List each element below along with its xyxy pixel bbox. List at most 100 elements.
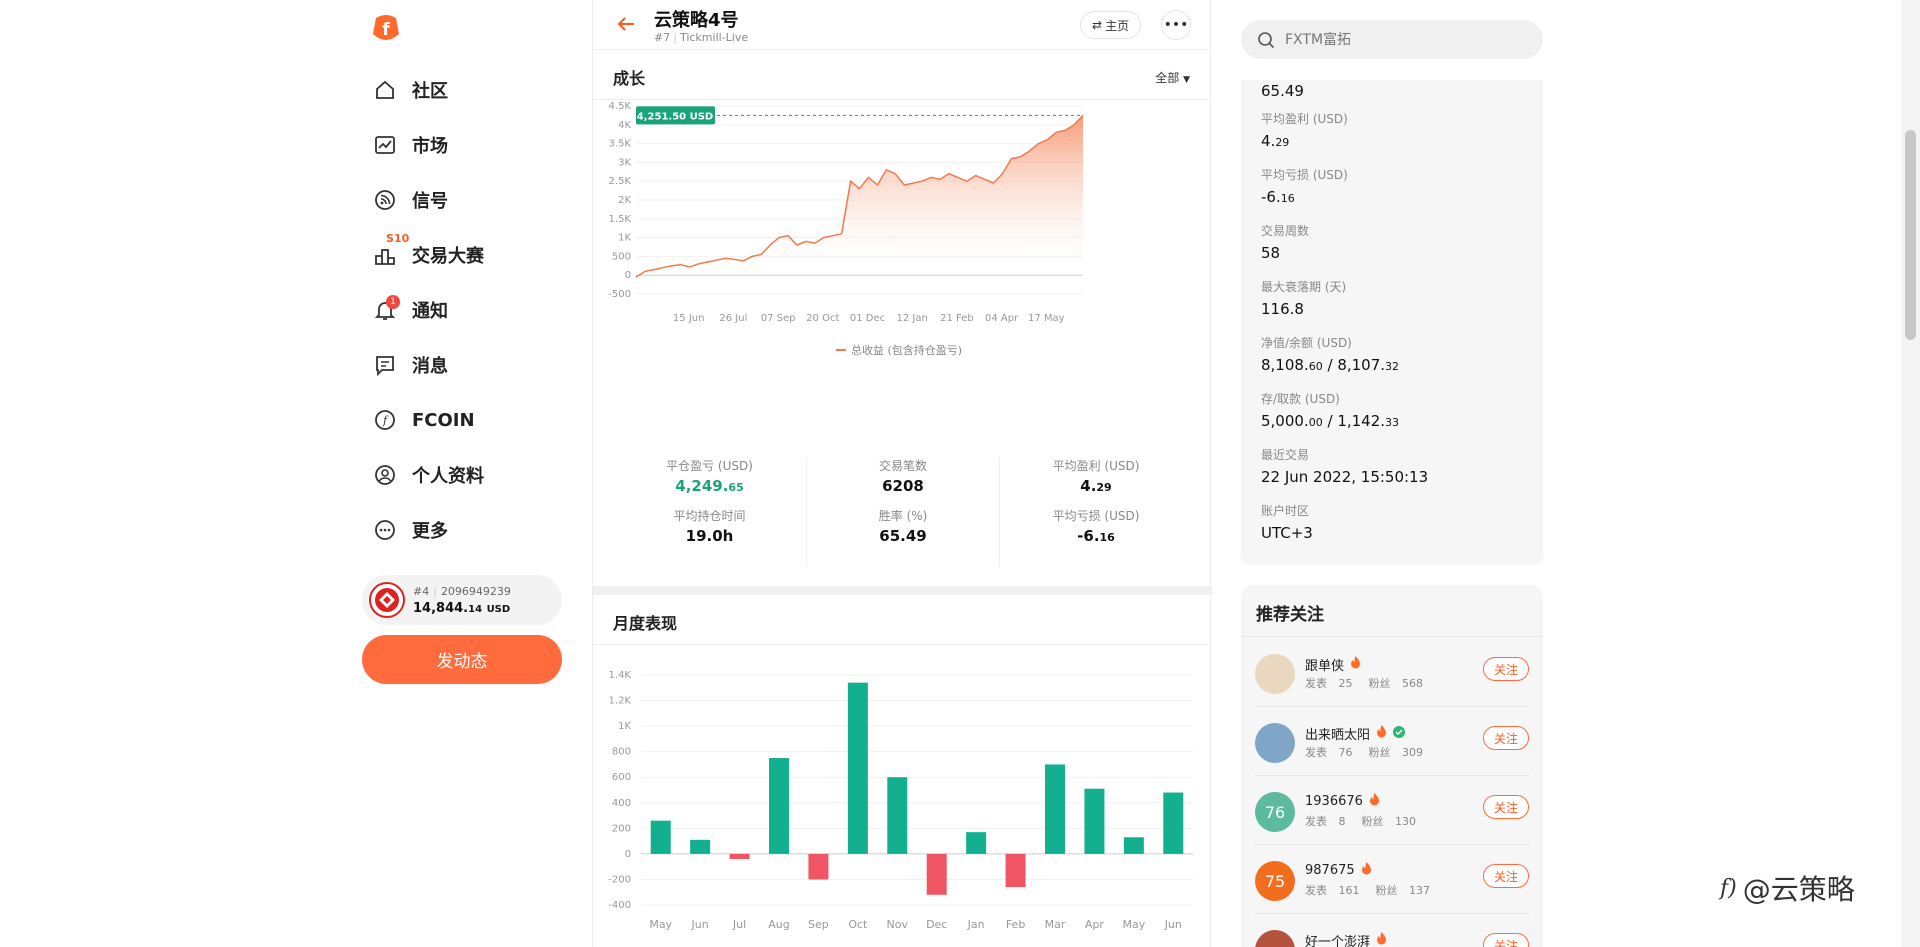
- avg-profit-int: 4.: [1080, 477, 1097, 495]
- follow-button[interactable]: 关注: [1483, 864, 1529, 888]
- x-tick-label: 15 Jun: [673, 313, 705, 324]
- home-button-label: 主页: [1105, 18, 1130, 33]
- timezone-label: 账户时区: [1261, 504, 1310, 518]
- fxtm-logo-icon[interactable]: f: [372, 14, 400, 44]
- bar: [1045, 764, 1065, 854]
- recommend-user[interactable]: 75 987675 发表 161 粉丝 137 关注: [1255, 845, 1529, 914]
- page-scrollbar[interactable]: [1901, 0, 1920, 947]
- recommend-user[interactable]: 出来晒太阳发表 76 粉丝 309 关注: [1255, 707, 1529, 776]
- x-tick-label: Jul: [732, 918, 746, 931]
- winrate-value: 65.49: [879, 527, 927, 545]
- winrate-value: 65.49: [1261, 82, 1304, 100]
- bar: [847, 682, 868, 854]
- x-tick-label: May: [1122, 918, 1145, 931]
- x-tick-label: May: [649, 918, 672, 931]
- last-trade-label: 最近交易: [1261, 448, 1310, 462]
- fans-count: 粉丝 309: [1369, 746, 1432, 759]
- posts-value: 25: [1338, 677, 1353, 690]
- avatar[interactable]: 76: [1255, 792, 1295, 832]
- header: 云策略4号 #7 | Tickmill-Live ⇄ 主页 •••: [593, 0, 1210, 50]
- user-name[interactable]: 987675: [1305, 863, 1355, 878]
- search-box[interactable]: [1241, 20, 1543, 59]
- deposit-label: 存/取款 (USD): [1261, 392, 1340, 406]
- follow-button[interactable]: 关注: [1483, 657, 1529, 681]
- trades-value: 6208: [882, 477, 924, 495]
- avatar[interactable]: [1255, 930, 1295, 947]
- watermark-text: @云策略: [1742, 873, 1855, 906]
- fire-icon: [1361, 862, 1372, 879]
- recommend-panel: 推荐关注 跟单侠 发表 25 粉丝 568 关注 出来晒太阳 发表 76 粉丝 309 关注 7…: [1241, 585, 1543, 947]
- post-button[interactable]: 发动态: [362, 635, 562, 684]
- y-tick-label: 1K: [618, 721, 631, 732]
- sidebar-item-messages[interactable]: 消息: [372, 345, 562, 385]
- growth-title: 成长: [613, 69, 646, 88]
- sidebar-item-more[interactable]: 更多: [372, 510, 562, 550]
- avg-loss-value: -6.16: [1261, 188, 1348, 206]
- follow-button[interactable]: 关注: [1483, 933, 1529, 947]
- timezone-value: UTC+3: [1261, 524, 1313, 542]
- sidebar-item-label: 市场: [412, 136, 448, 157]
- range-select[interactable]: 全部 ▼: [1155, 69, 1190, 86]
- legend-label: 总收益 (包含持仓盈亏): [851, 343, 962, 357]
- sidebar-item-community[interactable]: 社区: [372, 70, 562, 110]
- x-tick-label: 21 Feb: [940, 313, 974, 324]
- posts-label: 发表: [1305, 746, 1327, 759]
- avatar[interactable]: [1255, 723, 1295, 763]
- avg-loss-label: 平均亏损 (USD): [1052, 509, 1140, 523]
- weeks-value: 58: [1261, 244, 1281, 262]
- recommend-user[interactable]: 好一个澎湃发表 粉丝 关注: [1255, 914, 1529, 947]
- avatar[interactable]: 75: [1255, 861, 1295, 901]
- withdraw-dec: 33: [1385, 416, 1400, 429]
- avatar[interactable]: [1255, 654, 1295, 694]
- sidebar-item-label: 消息: [412, 356, 448, 377]
- avg-profit-label: 平均盈利 (USD): [1261, 112, 1348, 126]
- equity-label: 净值/余额 (USD): [1261, 336, 1352, 350]
- sidebar-item-fcoin[interactable]: f FCOIN: [372, 400, 562, 440]
- withdraw-int: 1,142.: [1337, 412, 1386, 430]
- more-options-button[interactable]: •••: [1161, 10, 1191, 40]
- fans-label: 粉丝: [1368, 746, 1391, 759]
- svg-text:f: f: [382, 414, 389, 427]
- fans-label: 粉丝: [1361, 815, 1384, 828]
- scrollbar-thumb[interactable]: [1905, 130, 1916, 340]
- sidebar-item-market[interactable]: 市场: [372, 125, 562, 165]
- x-tick-label: 12 Jan: [897, 313, 928, 324]
- posts-value: 8: [1338, 815, 1346, 828]
- range-select-value: 全部: [1155, 71, 1180, 85]
- x-tick-label: Mar: [1045, 918, 1066, 931]
- account-balance: 14,844.: [413, 600, 469, 616]
- posts-count: 发表 76: [1305, 746, 1361, 759]
- y-tick-label: -400: [608, 900, 631, 911]
- fans-label: 粉丝: [1375, 884, 1398, 897]
- sidebar-item-notifications[interactable]: 1 通知: [372, 290, 562, 330]
- stats-column: 平仓盈亏 (USD) 4,249.65 平均持仓时间 19.0h: [613, 457, 806, 567]
- recommend-user[interactable]: 跟单侠 发表 25 粉丝 568 关注: [1255, 638, 1529, 707]
- avg-profit-dec: 29: [1096, 481, 1112, 494]
- sidebar-item-contest[interactable]: S10 交易大赛: [372, 232, 562, 275]
- back-arrow-icon[interactable]: [615, 13, 637, 35]
- home-button[interactable]: ⇄ 主页: [1080, 11, 1142, 39]
- follow-button[interactable]: 关注: [1483, 795, 1529, 819]
- account-card[interactable]: #4 | 2096949239 14,844.14 USD: [362, 575, 562, 625]
- user-name[interactable]: 好一个澎湃: [1305, 931, 1370, 947]
- user-name[interactable]: 1936676: [1305, 794, 1363, 809]
- bar: [966, 832, 987, 854]
- avg-profit-value: 4.29: [1261, 132, 1348, 150]
- sidebar-item-profile[interactable]: 个人资料: [372, 455, 562, 495]
- follow-button[interactable]: 关注: [1483, 726, 1529, 750]
- search-input[interactable]: [1285, 31, 1515, 48]
- user-name[interactable]: 出来晒太阳: [1305, 724, 1370, 743]
- sidebar-item-label: FCOIN: [412, 409, 475, 431]
- swap-icon: ⇄: [1092, 18, 1103, 32]
- recommend-user[interactable]: 76 1936676 发表 8 粉丝 130 关注: [1255, 776, 1529, 845]
- avg-profit-int: 4.: [1261, 132, 1276, 150]
- bar: [887, 777, 908, 854]
- y-tick-label: 1K: [618, 233, 631, 244]
- bell-icon: 1: [372, 295, 400, 323]
- user-name[interactable]: 跟单侠: [1305, 655, 1344, 674]
- y-tick-label: 3.5K: [609, 139, 632, 150]
- sidebar-item-label: 更多: [412, 521, 448, 542]
- podium-icon: S10: [372, 232, 409, 268]
- sidebar-item-signals[interactable]: 信号: [372, 180, 562, 220]
- strategy-rank: #7: [654, 31, 671, 44]
